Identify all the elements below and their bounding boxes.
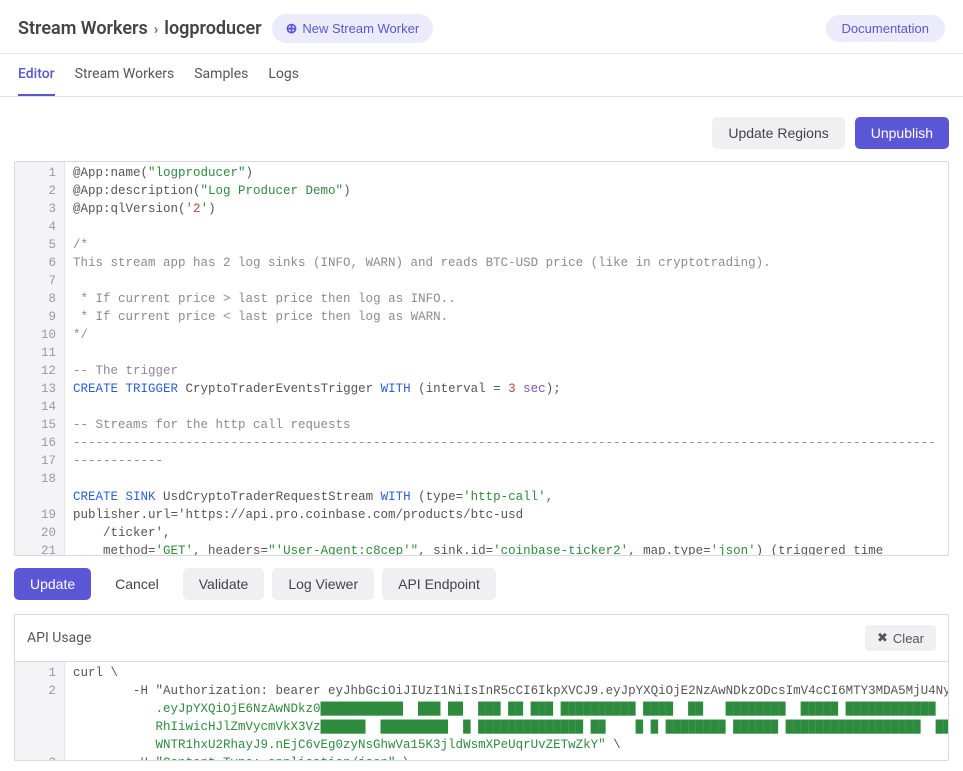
clear-label: Clear bbox=[893, 631, 924, 646]
breadcrumb-parent[interactable]: Stream Workers bbox=[18, 18, 148, 39]
tab-bar: Editor Stream Workers Samples Logs bbox=[0, 54, 963, 97]
page-header: Stream Workers › logproducer ⊕ New Strea… bbox=[0, 0, 963, 54]
api-code[interactable]: curl \ -H "Authorization: bearer eyJhbGc… bbox=[65, 662, 948, 761]
breadcrumb-current: logproducer bbox=[164, 18, 261, 39]
plus-circle-icon: ⊕ bbox=[286, 20, 298, 37]
new-stream-worker-button[interactable]: ⊕ New Stream Worker bbox=[272, 14, 434, 43]
new-stream-worker-label: New Stream Worker bbox=[302, 21, 419, 36]
api-usage-box[interactable]: 1234 curl \ -H "Authorization: bearer ey… bbox=[14, 661, 949, 761]
cancel-button[interactable]: Cancel bbox=[99, 568, 175, 600]
update-button[interactable]: Update bbox=[14, 568, 91, 600]
tab-editor[interactable]: Editor bbox=[18, 54, 55, 96]
x-icon: ✖ bbox=[877, 630, 888, 646]
update-regions-button[interactable]: Update Regions bbox=[712, 117, 844, 149]
breadcrumb: Stream Workers › logproducer bbox=[18, 18, 262, 39]
api-usage-title: API Usage bbox=[27, 630, 91, 646]
editor-code[interactable]: @App:name("logproducer")@App:description… bbox=[65, 162, 948, 555]
api-endpoint-button[interactable]: API Endpoint bbox=[382, 568, 496, 600]
chevron-right-icon: › bbox=[154, 20, 159, 38]
api-usage-header: API Usage ✖ Clear bbox=[14, 614, 949, 661]
validate-button[interactable]: Validate bbox=[183, 568, 265, 600]
unpublish-button[interactable]: Unpublish bbox=[855, 117, 949, 149]
log-viewer-button[interactable]: Log Viewer bbox=[272, 568, 374, 600]
tab-logs[interactable]: Logs bbox=[268, 54, 299, 96]
tab-samples[interactable]: Samples bbox=[194, 54, 248, 96]
editor-gutter: 1234567891011121314151617181920212223242… bbox=[15, 162, 65, 555]
clear-button[interactable]: ✖ Clear bbox=[865, 625, 936, 651]
tab-stream-workers[interactable]: Stream Workers bbox=[75, 54, 175, 96]
documentation-button[interactable]: Documentation bbox=[826, 15, 945, 42]
code-editor[interactable]: 1234567891011121314151617181920212223242… bbox=[14, 161, 949, 556]
api-gutter: 1234 bbox=[15, 662, 65, 760]
